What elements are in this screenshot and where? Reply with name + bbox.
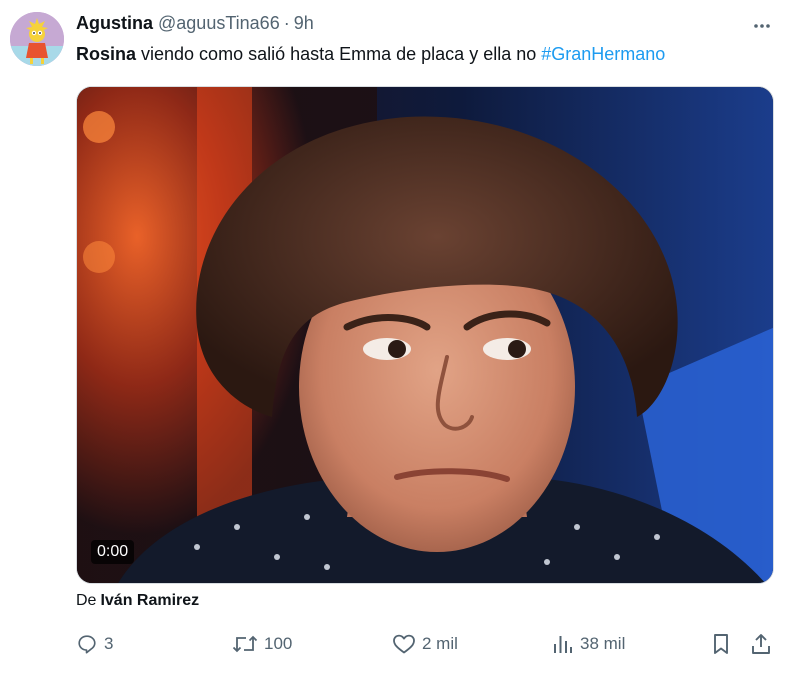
tweet-time[interactable]: 9h (294, 13, 314, 34)
tweet-header: Agustina @aguusTina66 · 9h (76, 11, 314, 35)
like-icon (393, 634, 415, 654)
like-count: 2 mil (422, 634, 458, 653)
views-icon (554, 636, 572, 653)
more-horizontal-icon (754, 24, 770, 28)
share-icon (752, 634, 770, 654)
views-button[interactable]: 38 mil (552, 628, 625, 660)
author-handle[interactable]: @aguusTina66 (158, 13, 280, 34)
tweet-body-text: viendo como salió hasta Emma de placa y … (136, 44, 542, 64)
tweet-mention: Rosina (76, 44, 137, 64)
reply-count: 3 (104, 634, 114, 653)
like-button[interactable]: 2 mil (392, 628, 458, 660)
tweet-actions: 3 100 2 mil 38 mil (76, 628, 776, 660)
repost-icon (232, 635, 258, 653)
video-player[interactable]: 0:00 (76, 86, 774, 584)
video-frame (77, 87, 773, 583)
tweet-text: Rosina viendo como salió hasta Emma de p… (76, 42, 665, 66)
bookmark-button[interactable] (710, 628, 732, 660)
video-attribution: De Iván Ramirez (76, 592, 199, 610)
tweet-card[interactable]: Agustina @aguusTina66 · 9h Rosina viendo… (0, 0, 799, 676)
reply-icon (78, 635, 96, 654)
avatar[interactable] (10, 12, 64, 66)
more-options-button[interactable] (748, 12, 776, 40)
header-separator: · (283, 12, 290, 33)
reply-button[interactable]: 3 (76, 628, 113, 660)
attribution-prefix: De (76, 592, 97, 609)
author-display-name[interactable]: Agustina (76, 13, 153, 34)
views-count: 38 mil (580, 634, 626, 653)
avatar-image (10, 12, 64, 66)
share-button[interactable] (750, 628, 772, 660)
hashtag-link[interactable]: #GranHermano (541, 44, 665, 64)
repost-count: 100 (264, 634, 293, 653)
bookmark-icon (714, 634, 728, 654)
repost-button[interactable]: 100 (232, 628, 292, 660)
attribution-name[interactable]: Iván Ramirez (100, 592, 199, 609)
video-timestamp: 0:00 (91, 540, 135, 564)
